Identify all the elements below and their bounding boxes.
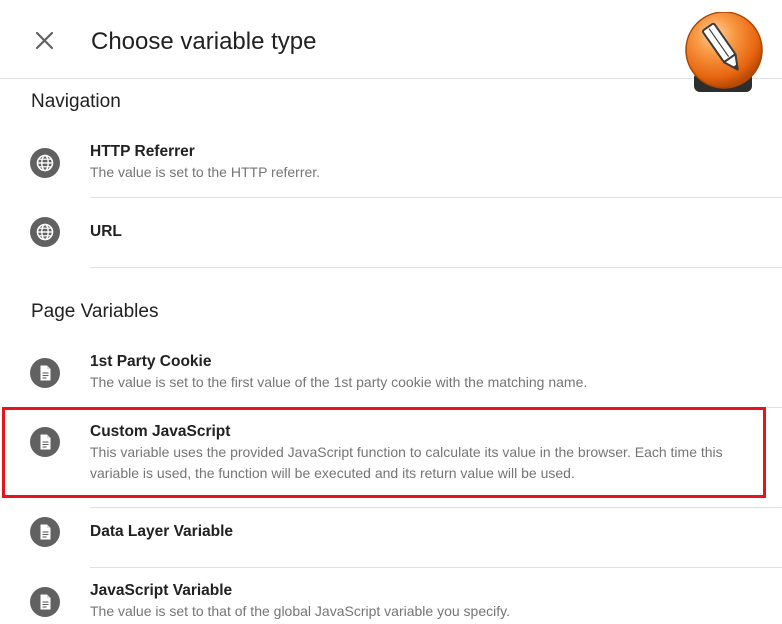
item-name: Custom JavaScript [90, 423, 231, 440]
item-name: URL [90, 223, 122, 240]
document-icon [30, 587, 60, 617]
item-name: JavaScript Variable [90, 582, 233, 599]
variable-type-javascript-variable[interactable]: JavaScript Variable The value is set to … [0, 568, 782, 624]
section-title-page-variables: Page Variables [31, 301, 159, 322]
item-description: This variable uses the provided JavaScri… [90, 444, 723, 481]
item-name: HTTP Referrer [90, 143, 195, 160]
globe-icon [30, 217, 60, 247]
variable-type-data-layer-variable[interactable]: Data Layer Variable [0, 508, 782, 567]
document-icon [30, 517, 60, 547]
document-icon [30, 427, 60, 457]
item-description: The value is set to that of the global J… [90, 603, 510, 619]
close-button[interactable] [30, 26, 60, 56]
item-name: 1st Party Cookie [90, 353, 212, 370]
item-description: The value is set to the HTTP referrer. [90, 164, 321, 180]
item-description: The value is set to the first value of t… [90, 374, 588, 390]
document-icon [30, 358, 60, 388]
page-title: Choose variable type [91, 28, 317, 55]
close-icon[interactable] [30, 26, 60, 56]
divider [90, 267, 782, 268]
pencil-logo-icon [684, 11, 766, 94]
globe-icon [30, 148, 60, 178]
variable-type-http-referrer[interactable]: HTTP Referrer The value is set to the HT… [0, 130, 782, 197]
item-name: Data Layer Variable [90, 523, 234, 540]
variable-type-1st-party-cookie[interactable]: 1st Party Cookie The value is set to the… [0, 340, 782, 407]
section-title-navigation: Navigation [31, 91, 121, 112]
dialog-header: Choose variable type [0, 0, 782, 79]
variable-type-custom-javascript[interactable]: Custom JavaScript This variable uses the… [0, 408, 782, 507]
variable-type-url[interactable]: URL [0, 198, 782, 267]
